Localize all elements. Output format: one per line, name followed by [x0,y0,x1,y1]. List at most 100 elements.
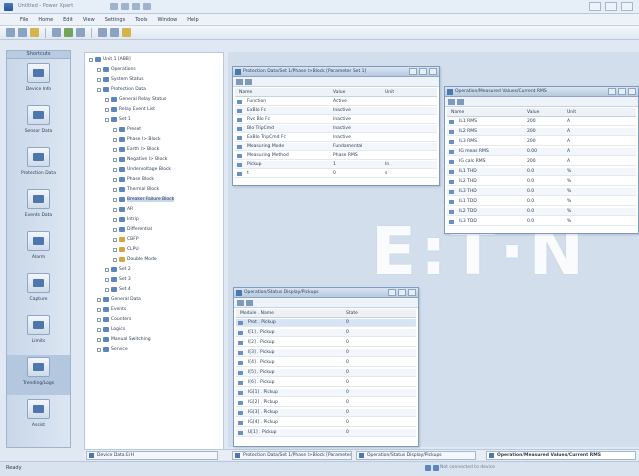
column-header[interactable]: State [346,311,358,316]
expand-icon[interactable] [113,207,117,212]
refresh-icon[interactable] [246,300,253,306]
table-row[interactable]: IL2 TDD 0.0% [447,208,636,216]
window-tab[interactable]: Protection Data/Set 1/Phase I>Block [Par… [232,451,352,460]
table-row[interactable]: I[2] . Pickup 0 [236,339,416,347]
maximize-button[interactable] [419,68,427,75]
table-row[interactable]: Pickup 1 In [235,161,437,169]
shortcut-alarm[interactable]: Alarm [7,229,70,269]
tree-item[interactable]: General Data [97,296,141,303]
tree-item[interactable]: Intrip [113,216,139,223]
table-row[interactable]: I[1] . Pickup 0 [236,329,416,337]
connect-icon[interactable] [64,28,73,37]
menu-help[interactable]: Help [187,17,198,23]
menu-edit[interactable]: Edit [63,17,73,23]
table-row[interactable]: IL2 THD 0.0% [447,178,636,186]
table-row[interactable]: I[5] . Pickup 0 [236,369,416,377]
tree-item[interactable]: General Relay Status [105,96,166,103]
compare-icon[interactable] [122,28,131,37]
shortcut-events-data[interactable]: Events Data [7,187,70,227]
minimize-button[interactable] [409,68,417,75]
table-row[interactable]: IL1 THD 0.0% [447,168,636,176]
tree-item[interactable]: Negative I> Block [113,156,167,163]
minimize-button[interactable] [608,88,616,95]
shortcut-protection-data[interactable]: Protection Data [7,145,70,185]
expand-icon[interactable] [97,327,101,332]
menu-home[interactable]: Home [38,17,53,23]
expand-icon[interactable] [113,227,117,232]
table-row[interactable]: t 0 s [235,170,437,178]
save-icon[interactable] [30,28,39,37]
window-tab[interactable]: Device Data.ErH [86,451,218,460]
tree-item[interactable]: Set 3 [105,276,131,283]
receive-icon[interactable] [98,28,107,37]
expand-icon[interactable] [105,117,109,122]
table-row[interactable]: ExBlo TripCmd Fc Inactive [235,134,437,142]
expand-icon[interactable] [105,267,109,272]
tree-item[interactable]: System Status [97,76,144,83]
disconnect-icon[interactable] [76,28,85,37]
menu-file[interactable]: File [20,17,28,23]
table-row[interactable]: Measuring Method Phase RMS [235,152,437,160]
expand-icon[interactable] [97,317,101,322]
expand-icon[interactable] [97,347,101,352]
refresh-icon[interactable] [457,99,464,105]
maximize-button[interactable] [605,2,617,11]
table-row[interactable]: IG[1] . Pickup 0 [236,389,416,397]
new-icon[interactable] [6,28,15,37]
tree-item[interactable]: Service [97,346,128,353]
tree-item[interactable]: Operations [97,66,136,73]
tree-item[interactable]: CLPU [113,246,139,253]
table-row[interactable]: IL2 RMS 200 A [447,128,636,136]
expand-icon[interactable] [97,307,101,312]
menu-settings[interactable]: Settings [105,17,126,23]
print-icon[interactable] [237,300,244,306]
table-row[interactable]: ExBlo Fc Inactive [235,107,437,115]
tree-item[interactable]: Double Mode [113,256,157,263]
tree-item[interactable]: Phase I> Block [113,136,161,143]
quick-redo-icon[interactable] [143,3,151,10]
table-row[interactable]: I[3] . Pickup 0 [236,349,416,357]
expand-icon[interactable] [105,107,109,112]
close-button[interactable] [429,68,437,75]
tree-item[interactable]: Set 4 [105,286,131,293]
close-button[interactable] [621,2,633,11]
minimize-button[interactable] [589,2,601,11]
expand-icon[interactable] [113,137,117,142]
table-row[interactable]: IL3 THD 0.0% [447,188,636,196]
table-row[interactable]: IG[3] . Pickup 0 [236,409,416,417]
expand-icon[interactable] [89,57,93,62]
tree-item[interactable]: Undervoltage Block [113,166,171,173]
tree-item[interactable]: Breaker Failure Block [113,196,175,203]
window-titlebar[interactable]: Operation/Status Display/Pickups [234,288,418,298]
window-tab[interactable]: Operation/Status Display/Pickups [356,451,476,460]
table-row[interactable]: IG[4] . Pickup 0 [236,419,416,427]
column-header[interactable]: Name [451,110,464,115]
shortcut-assist[interactable]: Assist [7,397,70,437]
table-row[interactable]: IG meas RMS 0.00 A [447,148,636,156]
window-tab-active[interactable]: Operation/Measured Values/Current RMS [486,451,636,460]
expand-icon[interactable] [97,87,101,92]
table-row[interactable]: IL1 TDD 0.0% [447,198,636,206]
tree-item[interactable]: Differential [113,226,152,233]
window-titlebar[interactable]: Protection Data/Set 1/Phase I>Block [Par… [233,67,439,77]
tree-item[interactable]: Unit 1 [ABB] [89,56,131,63]
quick-undo-icon[interactable] [132,3,140,10]
tree-item[interactable]: CBFP [113,236,139,243]
tree-item[interactable]: Manual Switching [97,336,151,343]
tree-item[interactable]: Events [97,306,126,313]
shortcut-capture[interactable]: Capture [7,271,70,311]
expand-icon[interactable] [113,157,117,162]
print-icon[interactable] [236,79,243,85]
open-icon[interactable] [18,28,27,37]
table-row[interactable]: Blo TripCmd Inactive [235,125,437,133]
expand-icon[interactable] [105,97,109,102]
table-row[interactable]: I[6] . Pickup 0 [236,379,416,387]
menu-tools[interactable]: Tools [135,17,147,23]
tree-item[interactable]: Set 2 [105,266,131,273]
column-header[interactable]: Name [239,90,252,95]
expand-icon[interactable] [105,277,109,282]
expand-icon[interactable] [97,297,101,302]
expand-icon[interactable] [113,197,117,202]
tree-item[interactable]: Logics [97,326,125,333]
quick-open-icon[interactable] [121,3,129,10]
